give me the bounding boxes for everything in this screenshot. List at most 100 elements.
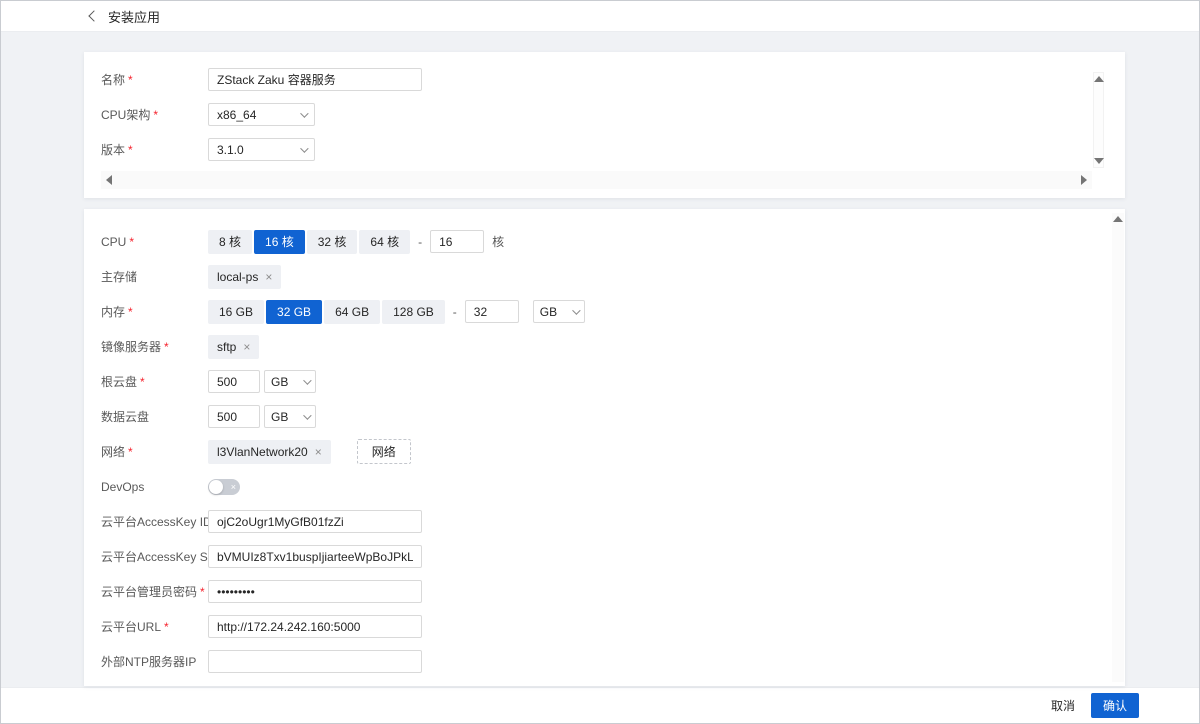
image-server-tag: sftp × <box>208 335 259 359</box>
cpu-option-64[interactable]: 64 核 <box>359 230 410 254</box>
form-row-access-key-secret: 云平台AccessKey Secr... <box>84 539 1125 574</box>
chevron-down-icon <box>300 109 308 117</box>
field-label: CPU架构* <box>101 106 208 123</box>
chevron-down-icon <box>572 306 580 314</box>
root-disk-size-input[interactable] <box>208 370 260 393</box>
scroll-left-icon[interactable] <box>106 175 112 185</box>
action-footer: 取消 确认 <box>1 687 1199 723</box>
memory-option-128gb[interactable]: 128 GB <box>382 300 445 324</box>
scroll-up-icon[interactable] <box>1094 76 1104 82</box>
cpu-arch-selected-value: x86_64 <box>217 108 256 122</box>
form-row-root-disk: 根云盘* GB <box>84 364 1125 399</box>
scroll-down-icon[interactable] <box>1094 158 1104 164</box>
field-label: 数据云盘 <box>101 408 208 425</box>
back-chevron-icon <box>88 10 99 21</box>
access-key-id-input[interactable] <box>208 510 422 533</box>
add-network-button[interactable]: 网络 <box>357 439 411 464</box>
config-panel: CPU* 8 核 16 核 32 核 64 核 - 核 主存储 local-ps… <box>84 209 1125 686</box>
required-mark: * <box>128 143 133 157</box>
memory-option-32gb[interactable]: 32 GB <box>266 300 322 324</box>
form-row-name: 名称* <box>84 62 1125 97</box>
remove-tag-icon[interactable]: × <box>265 271 272 283</box>
cpu-unit-suffix: 核 <box>492 233 504 250</box>
memory-unit-select[interactable]: GB <box>533 300 585 323</box>
required-mark: * <box>153 108 158 122</box>
cancel-button[interactable]: 取消 <box>1051 697 1075 714</box>
form-row-access-key-id: 云平台AccessKey ID* <box>84 504 1125 539</box>
form-row-image-server: 镜像服务器* sftp × <box>84 329 1125 364</box>
basic-info-panel: 名称* CPU架构* x86_64 版本* 3.1.0 <box>84 52 1125 198</box>
remove-tag-icon[interactable]: × <box>243 341 250 353</box>
page-content: 名称* CPU架构* x86_64 版本* 3.1.0 <box>1 32 1199 687</box>
scroll-right-icon[interactable] <box>1081 175 1087 185</box>
form-row-ntp-server: 外部NTP服务器IP <box>84 644 1125 679</box>
access-key-secret-input[interactable] <box>208 545 422 568</box>
admin-password-input[interactable] <box>208 580 422 603</box>
confirm-button[interactable]: 确认 <box>1091 693 1139 718</box>
form-row-cpu-arch: CPU架构* x86_64 <box>84 97 1125 132</box>
field-label: 镜像服务器* <box>101 338 208 355</box>
form-row-primary-storage: 主存储 local-ps × <box>84 259 1125 294</box>
page-header: 安装应用 <box>1 1 1199 32</box>
field-label: 云平台AccessKey ID* <box>101 513 208 530</box>
required-mark: * <box>200 585 205 599</box>
dash-separator: - <box>418 235 422 249</box>
form-row-memory: 内存* 16 GB 32 GB 64 GB 128 GB - GB <box>84 294 1125 329</box>
version-selected-value: 3.1.0 <box>217 143 244 157</box>
memory-custom-input[interactable] <box>465 300 519 323</box>
form-row-data-disk: 数据云盘 GB <box>84 399 1125 434</box>
form-row-version: 版本* 3.1.0 <box>84 132 1125 167</box>
field-label: 云平台URL* <box>101 618 208 635</box>
horizontal-scrollbar[interactable] <box>101 171 1092 189</box>
platform-url-input[interactable] <box>208 615 422 638</box>
devops-toggle[interactable]: × <box>208 479 240 495</box>
form-row-cpu: CPU* 8 核 16 核 32 核 64 核 - 核 <box>84 224 1125 259</box>
toggle-knob <box>209 480 223 494</box>
cpu-arch-select[interactable]: x86_64 <box>208 103 315 126</box>
cpu-size-options: 8 核 16 核 32 核 64 核 <box>208 230 412 254</box>
field-label: 外部NTP服务器IP <box>101 653 208 670</box>
form-row-admin-password: 云平台管理员密码* <box>84 574 1125 609</box>
cpu-custom-input[interactable] <box>430 230 484 253</box>
vertical-scrollbar-lower[interactable] <box>1112 213 1124 682</box>
required-mark: * <box>128 445 133 459</box>
field-label: 云平台AccessKey Secr... <box>101 548 208 565</box>
required-mark: * <box>164 620 169 634</box>
cpu-option-16[interactable]: 16 核 <box>254 230 305 254</box>
required-mark: * <box>164 340 169 354</box>
required-mark: * <box>129 235 134 249</box>
field-label: 名称* <box>101 71 208 88</box>
memory-option-16gb[interactable]: 16 GB <box>208 300 264 324</box>
field-label: 云平台管理员密码* <box>101 583 208 600</box>
cpu-option-32[interactable]: 32 核 <box>307 230 358 254</box>
field-label: DevOps <box>101 480 208 494</box>
field-label: 内存* <box>101 303 208 320</box>
memory-option-64gb[interactable]: 64 GB <box>324 300 380 324</box>
toggle-off-icon: × <box>231 480 236 494</box>
data-disk-size-input[interactable] <box>208 405 260 428</box>
back-button[interactable] <box>90 12 108 20</box>
form-row-network: 网络* l3VlanNetwork20 × 网络 <box>84 434 1125 469</box>
scroll-up-icon[interactable] <box>1113 216 1123 222</box>
root-disk-unit-select[interactable]: GB <box>264 370 316 393</box>
dash-separator: - <box>453 305 457 319</box>
page-title: 安装应用 <box>108 7 160 26</box>
field-label: CPU* <box>101 235 208 249</box>
primary-storage-tag: local-ps × <box>208 265 281 289</box>
field-label: 主存储 <box>101 268 208 285</box>
field-label: 根云盘* <box>101 373 208 390</box>
install-app-screen: 安装应用 名称* CPU架构* x86_64 版本* 3.1.0 <box>0 0 1200 724</box>
required-mark: * <box>140 375 145 389</box>
cpu-option-8[interactable]: 8 核 <box>208 230 252 254</box>
name-input[interactable] <box>208 68 422 91</box>
required-mark: * <box>128 73 133 87</box>
data-disk-unit-select[interactable]: GB <box>264 405 316 428</box>
remove-tag-icon[interactable]: × <box>315 446 322 458</box>
required-mark: * <box>128 305 133 319</box>
chevron-down-icon <box>303 376 311 384</box>
vertical-scrollbar-upper[interactable] <box>1093 72 1104 168</box>
network-tag: l3VlanNetwork20 × <box>208 440 331 464</box>
ntp-server-input[interactable] <box>208 650 422 673</box>
field-label: 网络* <box>101 443 208 460</box>
version-select[interactable]: 3.1.0 <box>208 138 315 161</box>
